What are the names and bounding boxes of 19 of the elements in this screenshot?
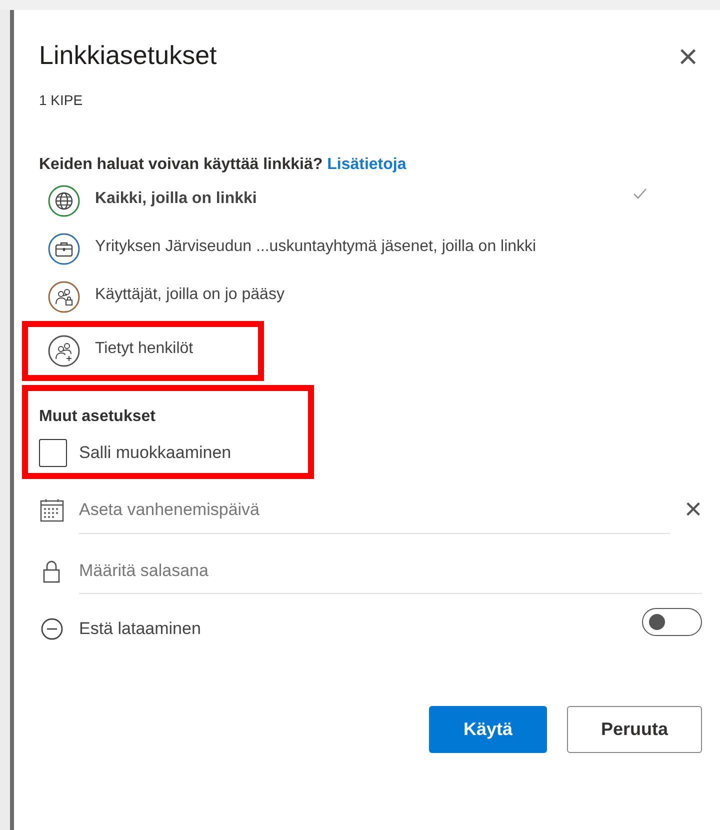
apply-button[interactable]: Käytä (429, 706, 547, 753)
link-option[interactable]: Tietyt henkilöt (22, 321, 264, 381)
dialog-title: Linkkiasetukset (39, 40, 217, 72)
minus-circle-icon (39, 616, 65, 642)
checkbox[interactable] (39, 439, 67, 467)
file-subtitle: 1 KIPE (39, 91, 84, 110)
link-option[interactable]: Yrityksen Järviseudun ...uskuntayhtymä jäsenet, joilla on linkki (39, 225, 702, 273)
close-button[interactable]: × (674, 40, 702, 74)
section-heading: Muut asetukset (39, 407, 156, 427)
learn-more-link[interactable]: Lisätietoja (327, 156, 406, 173)
cancel-button[interactable]: Peruuta (567, 706, 702, 753)
checkbox-label: Salli muokkaaminen (79, 442, 232, 464)
toggle-switch[interactable] (642, 608, 702, 636)
clear-button[interactable]: × (684, 495, 702, 526)
calendar-icon (39, 497, 65, 524)
question-text: Keiden haluat voivan käyttää linkkiä? Lisätietoja (39, 155, 408, 175)
toggle-label: Estä lataaminen (79, 618, 201, 640)
link-option[interactable]: Käyttäjät, joilla on jo pääsy (39, 273, 702, 321)
link-option[interactable]: Kaikki, joilla on linkki (39, 177, 702, 225)
